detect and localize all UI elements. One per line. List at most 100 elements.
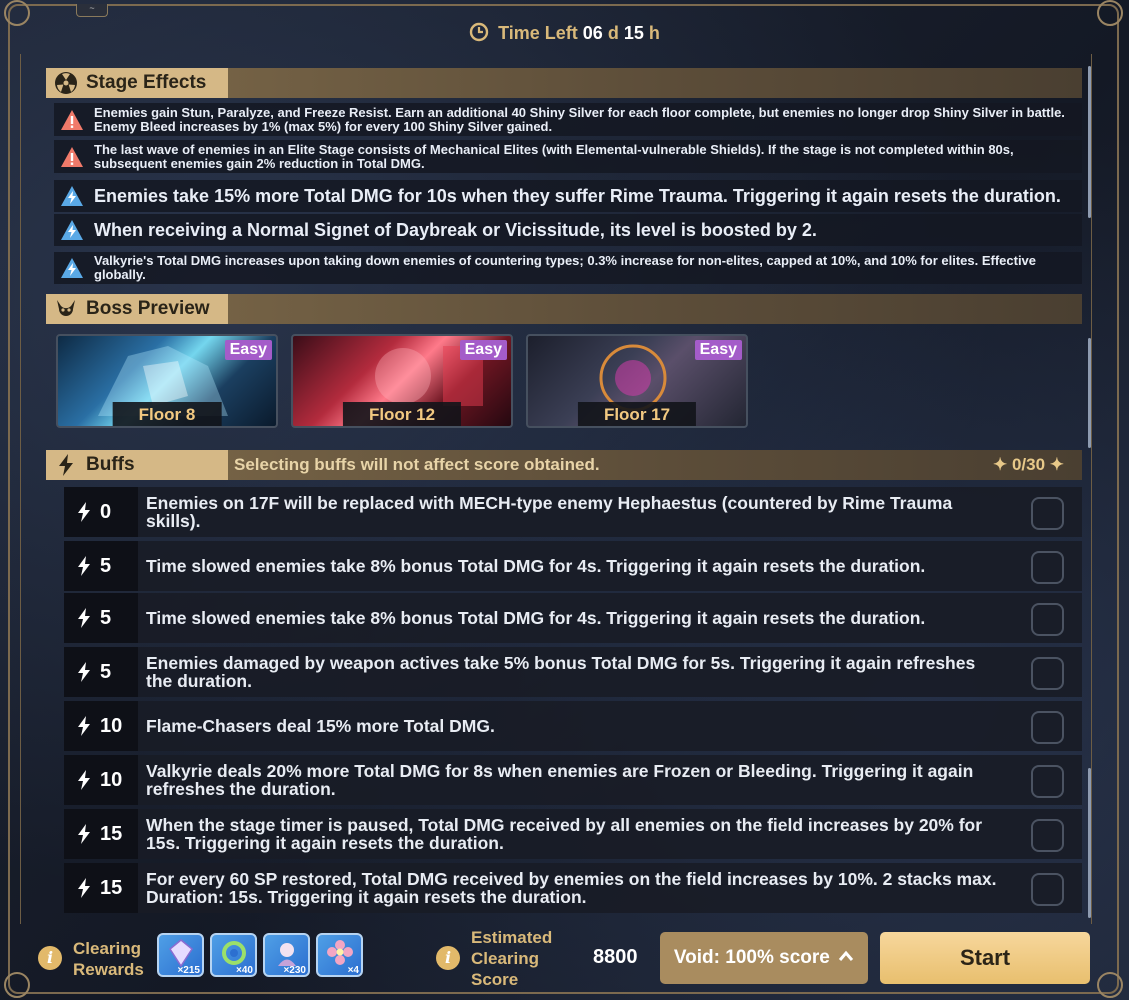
- time-left: Time Left 06 d 15 h: [0, 22, 1129, 44]
- boss-card-floor-17[interactable]: Easy Floor 17: [526, 334, 748, 428]
- lightning-icon: [59, 454, 73, 476]
- clearing-rewards-line1: Clearing: [73, 939, 142, 958]
- stage-effect-text: Valkyrie's Total DMG increases upon taki…: [94, 253, 1037, 282]
- reward-item[interactable]: ×40: [210, 933, 257, 977]
- lightning-icon: [78, 716, 90, 736]
- stage-effects-header: Stage Effects: [46, 68, 1082, 98]
- buffs-header: Buffs Selecting buffs will not affect sc…: [46, 450, 1082, 480]
- buffs-note: Selecting buffs will not affect score ob…: [234, 455, 600, 474]
- buff-checkbox[interactable]: [1031, 711, 1064, 744]
- buff-row[interactable]: 0 Enemies on 17F will be replaced with M…: [64, 487, 1082, 537]
- buff-checkbox[interactable]: [1031, 497, 1064, 530]
- chevron-up-icon: [838, 950, 854, 961]
- buff-row[interactable]: 5 Time slowed enemies take 8% bonus Tota…: [64, 541, 1082, 591]
- buff-cost: 15: [64, 809, 138, 859]
- lightning-icon: [78, 502, 90, 522]
- lightning-icon: [78, 556, 90, 576]
- top-tab: ~: [76, 4, 108, 17]
- warning-blue-icon: [61, 258, 83, 278]
- difficulty-badge: Easy: [459, 340, 507, 360]
- estimated-line3: Score: [471, 970, 519, 989]
- buff-description: For every 60 SP restored, Total DMG rece…: [146, 869, 997, 907]
- buff-cost: 5: [64, 593, 138, 643]
- buff-checkbox[interactable]: [1031, 819, 1064, 852]
- ring-reward-icon: [222, 941, 246, 965]
- buffs-scrollbar[interactable]: [1088, 768, 1091, 918]
- buff-cost-value: 15: [100, 823, 123, 845]
- estimated-score-label: Estimated Clearing Score: [471, 927, 552, 990]
- stage-effect-text: Enemies gain Stun, Paralyze, and Freeze …: [94, 104, 1065, 134]
- buff-row[interactable]: 15 When the stage timer is paused, Total…: [64, 809, 1082, 859]
- lightning-icon: [78, 770, 90, 790]
- lightning-icon: [78, 608, 90, 628]
- buff-checkbox[interactable]: [1031, 657, 1064, 690]
- info-icon[interactable]: i: [436, 946, 460, 970]
- demon-icon: [57, 300, 75, 316]
- reward-item[interactable]: ×230: [263, 933, 310, 977]
- buff-cost-value: 5: [100, 555, 112, 577]
- reward-item[interactable]: ×215: [157, 933, 204, 977]
- flower-reward-icon: [327, 940, 353, 965]
- buff-cost: 5: [64, 647, 138, 697]
- estimated-line1: Estimated: [471, 928, 553, 947]
- clearing-rewards-label: Clearing Rewards: [73, 938, 144, 980]
- buff-cost-value: 5: [100, 607, 112, 629]
- buff-checkbox[interactable]: [1031, 551, 1064, 584]
- stage-effect-item: Valkyrie's Total DMG increases upon taki…: [54, 252, 1082, 284]
- buff-points-counter: ✦ 0/30 ✦: [993, 450, 1064, 480]
- difficulty-badge: Easy: [224, 340, 272, 360]
- void-score-button[interactable]: Void: 100% score: [660, 932, 868, 984]
- lightning-icon: [78, 824, 90, 844]
- clock-icon: [469, 22, 489, 42]
- buff-checkbox[interactable]: [1031, 765, 1064, 798]
- boss-card-floor-8[interactable]: Easy Floor 8: [56, 334, 278, 428]
- valkyrie-chip-icon: [278, 943, 296, 966]
- buff-cost-value: 10: [100, 715, 123, 737]
- reward-quantity: ×230: [283, 965, 306, 976]
- stage-effect-item: Enemies gain Stun, Paralyze, and Freeze …: [54, 103, 1082, 136]
- stage-effect-item: The last wave of enemies in an Elite Sta…: [54, 140, 1082, 173]
- buff-description: Time slowed enemies take 8% bonus Total …: [146, 556, 926, 576]
- buff-cost: 0: [64, 487, 138, 537]
- estimated-line2: Clearing: [471, 949, 540, 968]
- hours-unit: h: [648, 23, 660, 43]
- stage-effect-item: Enemies take 15% more Total DMG for 10s …: [54, 180, 1082, 212]
- buff-row[interactable]: 5 Enemies damaged by weapon actives take…: [64, 647, 1082, 697]
- floor-label: Floor 12: [342, 402, 462, 426]
- time-left-label: Time Left: [498, 23, 578, 43]
- stage-effect-text: The last wave of enemies in an Elite Sta…: [94, 141, 1014, 171]
- info-icon[interactable]: i: [38, 946, 62, 970]
- reward-quantity: ×215: [177, 965, 200, 976]
- stage-effect-item: When receiving a Normal Signet of Daybre…: [54, 214, 1082, 246]
- stage-effects-title: Stage Effects: [86, 72, 207, 93]
- days-unit: d: [607, 23, 619, 43]
- warning-blue-icon: [61, 220, 83, 240]
- buff-row[interactable]: 10 Valkyrie deals 20% more Total DMG for…: [64, 755, 1082, 805]
- lightning-icon: [78, 662, 90, 682]
- reward-item[interactable]: ×4: [316, 933, 363, 977]
- void-score-label: Void: 100% score: [673, 947, 830, 968]
- boss-preview-title: Boss Preview: [86, 298, 210, 319]
- boss-scrollbar[interactable]: [1088, 338, 1091, 448]
- estimated-score-value: 8800: [593, 946, 638, 968]
- buffs-tab: Buffs: [46, 450, 228, 480]
- start-button[interactable]: Start: [880, 932, 1090, 984]
- boss-card-floor-12[interactable]: Easy Floor 12: [291, 334, 513, 428]
- stage-effects-scrollbar[interactable]: [1088, 66, 1091, 218]
- lightning-icon: [78, 878, 90, 898]
- warning-red-icon: [61, 146, 83, 167]
- sparkle-icon: ✦: [992, 455, 1012, 474]
- buff-checkbox[interactable]: [1031, 873, 1064, 906]
- sparkle-icon: ✦: [1045, 455, 1064, 474]
- buff-row[interactable]: 10 Flame-Chasers deal 15% more Total DMG…: [64, 701, 1082, 751]
- warning-blue-icon: [61, 186, 83, 206]
- crystal-reward-icon: [169, 939, 193, 967]
- reward-quantity: ×4: [347, 965, 359, 976]
- clearing-rewards-line2: Rewards: [73, 960, 144, 979]
- buff-checkbox[interactable]: [1031, 603, 1064, 636]
- buff-cost-value: 0: [100, 501, 112, 523]
- buff-description: Flame-Chasers deal 15% more Total DMG.: [146, 716, 495, 736]
- buff-cost: 5: [64, 541, 138, 591]
- buff-row[interactable]: 15 For every 60 SP restored, Total DMG r…: [64, 863, 1082, 913]
- buff-row[interactable]: 5 Time slowed enemies take 8% bonus Tota…: [64, 593, 1082, 643]
